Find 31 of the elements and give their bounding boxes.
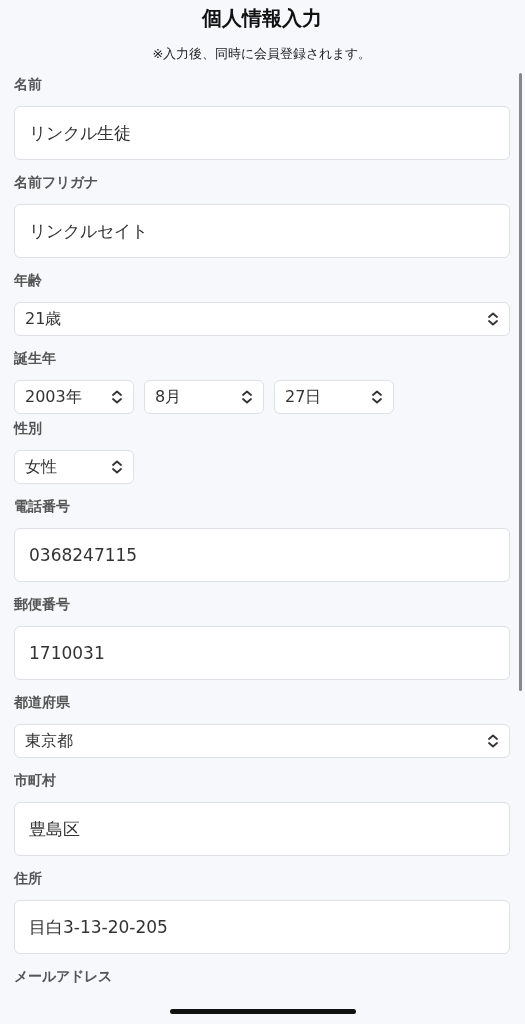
notice-text: ※入力後、同時に会員登録されます。: [151, 45, 373, 63]
field-label: メールアドレス: [14, 967, 113, 986]
up-down-chevron-icon: [111, 460, 123, 474]
text-input-field[interactable]: 0368247115: [14, 528, 510, 582]
up-down-chevron-icon: [487, 734, 499, 748]
field-label: 都道府県: [14, 693, 71, 712]
field-label: 性別: [14, 419, 43, 438]
select-field[interactable]: 2003年: [14, 380, 134, 414]
select-field[interactable]: 東京都: [14, 724, 510, 758]
up-down-chevron-icon: [371, 390, 383, 404]
select-field[interactable]: 女性: [14, 450, 134, 484]
field-label: 住所: [14, 869, 43, 888]
text-input-field[interactable]: 1710031: [14, 626, 510, 680]
field-label: 電話番号: [14, 497, 71, 516]
field-label: 誕生年: [14, 349, 57, 368]
up-down-chevron-icon: [241, 390, 253, 404]
text-input-field[interactable]: リンクル生徒: [14, 106, 510, 160]
up-down-chevron-icon: [487, 312, 499, 326]
text-input-field[interactable]: 目白3-13-20-205: [14, 900, 510, 954]
field-label: 年齢: [14, 271, 43, 290]
select-field[interactable]: 21歳: [14, 302, 510, 336]
text-input-field[interactable]: 豊島区: [14, 802, 510, 856]
page-title: 個人情報入力: [201, 5, 323, 32]
text-input-field[interactable]: リンクルセイト: [14, 204, 510, 258]
field-label: 市町村: [14, 771, 57, 790]
field-label: 郵便番号: [14, 595, 71, 614]
field-label: 名前: [14, 75, 43, 94]
select-field[interactable]: 8月: [144, 380, 264, 414]
up-down-chevron-icon: [111, 390, 123, 404]
select-field[interactable]: 27日: [274, 380, 394, 414]
field-label: 名前フリガナ: [14, 173, 99, 192]
